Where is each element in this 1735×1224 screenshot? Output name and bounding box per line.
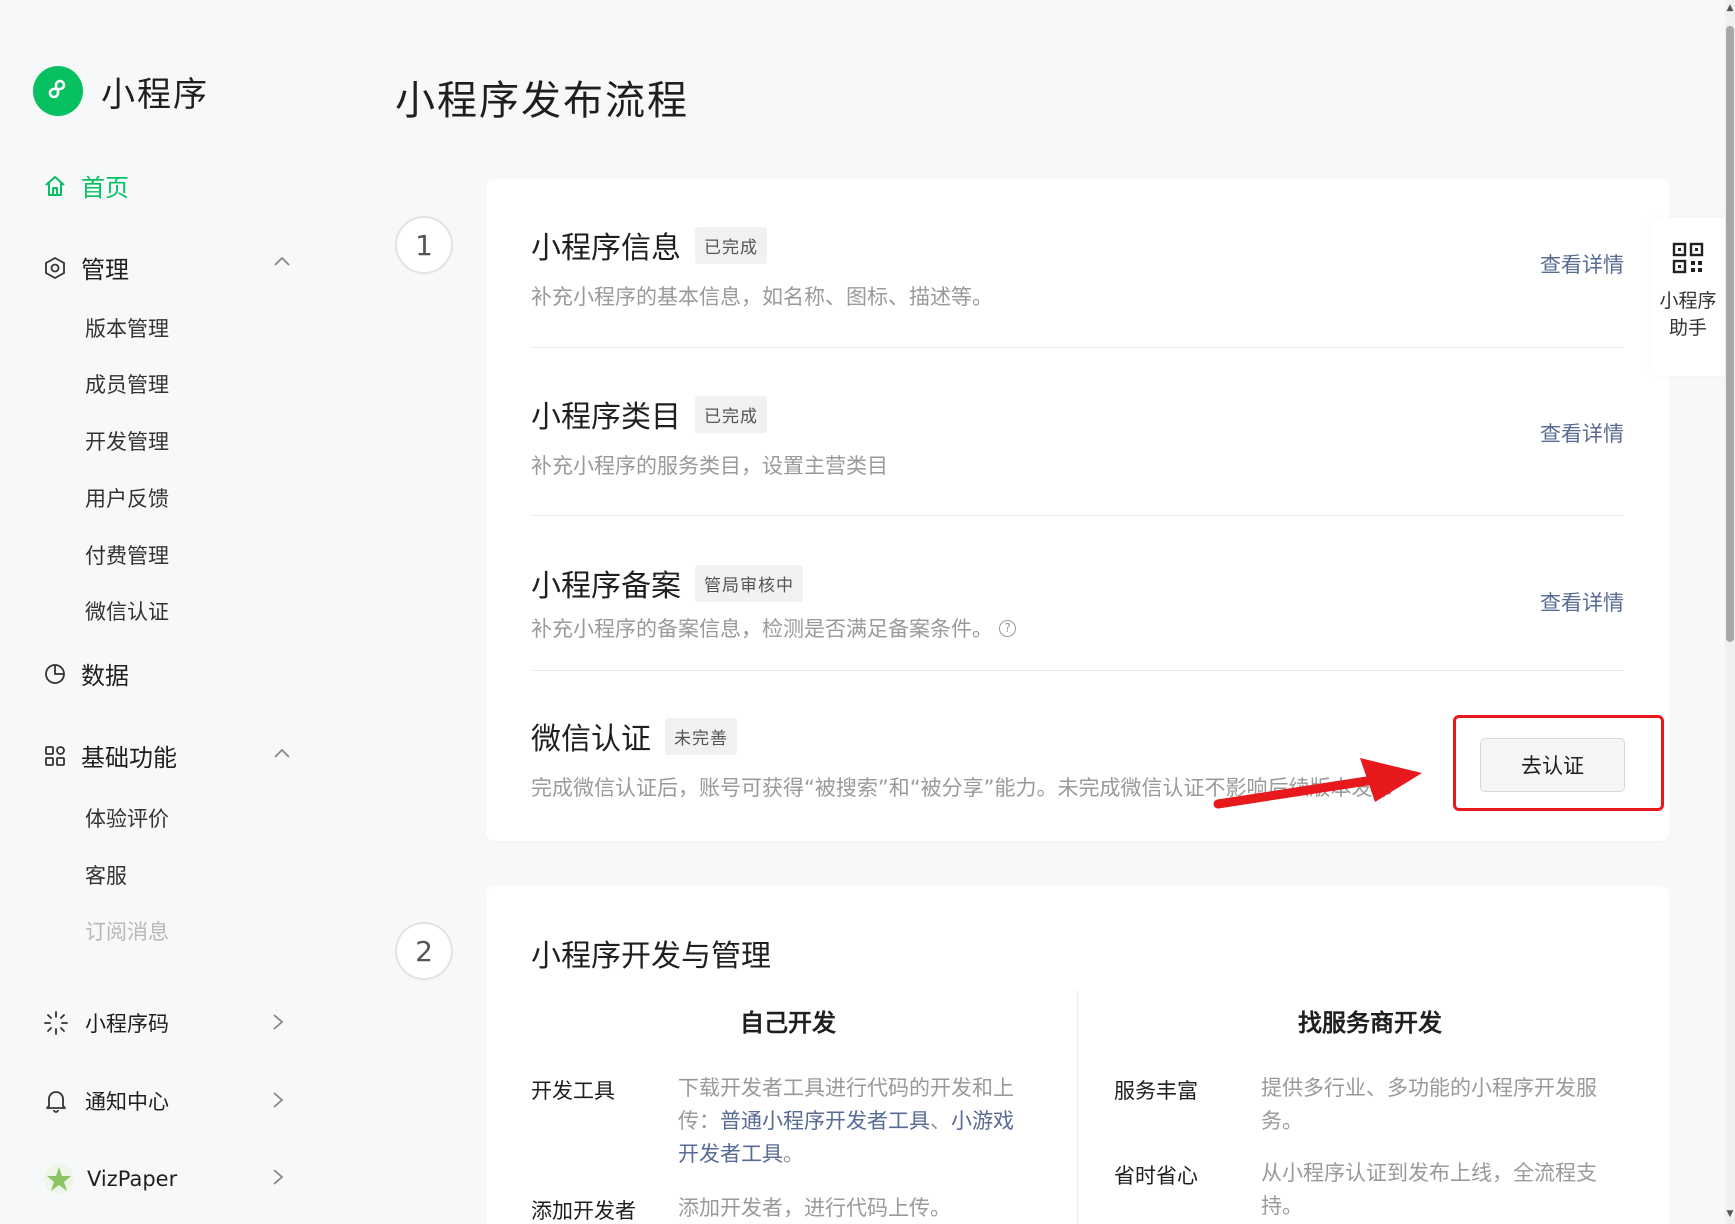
nav-data-label: 数据 (81, 662, 129, 690)
step-number-1: 1 (395, 216, 453, 274)
page-scrollbar[interactable]: ▲ ▼ (1725, 0, 1735, 1224)
miniprogram-logo-icon (33, 66, 83, 116)
divider (531, 515, 1624, 516)
miniprogram-assistant[interactable]: 小程序助手 (1650, 218, 1726, 376)
sidebar-item-wechat-auth[interactable]: 微信认证 (85, 596, 169, 626)
page-title: 小程序发布流程 (395, 78, 689, 124)
kv-value: 添加开发者，进行代码上传。 (678, 1196, 951, 1220)
row-description: 补充小程序的服务类目，设置主营类目 (531, 454, 888, 478)
nav-notification-label: 通知中心 (85, 1090, 169, 1114)
logo-text: 小程序 (101, 74, 209, 115)
sidebar-item-subscription[interactable]: 订阅消息 (85, 916, 169, 946)
row-description: 补充小程序的基本信息，如名称、图标、描述等。 (531, 285, 993, 309)
grid-apps-icon (45, 745, 65, 766)
column-divider (1077, 990, 1078, 1224)
nav-code-label: 小程序码 (85, 1012, 169, 1036)
sparkle-code-icon (44, 1011, 68, 1035)
nav-account-vizpaper[interactable]: VizPaper (43, 1163, 293, 1195)
step-row-filing: 小程序备案 管局审核中 补充小程序的备案信息，检测是否满足备案条件。 ? 查看详… (531, 561, 1624, 643)
kv-key: 省时省心 (1114, 1164, 1198, 1188)
scroll-up-arrow-icon[interactable]: ▲ (1725, 2, 1735, 14)
nav-manage[interactable]: 管理 (43, 250, 129, 285)
pie-chart-icon (45, 663, 65, 684)
row-title: 小程序类目 (531, 400, 681, 435)
sidebar: 小程序 首页 管理 版本管理 成员管理 开发管理 用户反馈 付费管理 微信认证 … (0, 0, 330, 1224)
step-row-category: 小程序类目 已完成 补充小程序的服务类目，设置主营类目 查看详情 (531, 392, 1624, 480)
nav-data[interactable]: 数据 (43, 656, 129, 691)
divider (531, 347, 1624, 348)
sidebar-item-feedback[interactable]: 用户反馈 (85, 483, 169, 513)
step-row-info: 小程序信息 已完成 补充小程序的基本信息，如名称、图标、描述等。 查看详情 (531, 223, 1624, 311)
divider (531, 670, 1624, 671)
sidebar-item-experience-review[interactable]: 体验评价 (85, 803, 169, 833)
hexagon-settings-icon (45, 256, 65, 279)
account-name: VizPaper (87, 1167, 178, 1191)
kv-key: 开发工具 (531, 1079, 615, 1103)
chevron-up-icon[interactable] (272, 252, 292, 272)
regular-devtools-link[interactable]: 普通小程序开发者工具 (720, 1109, 930, 1133)
step2-title: 小程序开发与管理 (531, 939, 771, 974)
home-icon (45, 175, 65, 196)
status-badge: 已完成 (695, 226, 767, 264)
scroll-down-arrow-icon[interactable]: ▼ (1725, 1208, 1735, 1220)
scrollbar-thumb[interactable] (1726, 26, 1734, 642)
nav-basic-label: 基础功能 (81, 744, 177, 772)
nav-home-label: 首页 (81, 174, 129, 202)
sidebar-item-members[interactable]: 成员管理 (85, 369, 169, 399)
kv-value: 提供多行业、多功能的小程序开发服务。 (1261, 1076, 1597, 1133)
annotation-arrow-icon (1213, 758, 1422, 809)
annotation-highlight-box (1453, 715, 1664, 811)
row-title: 微信认证 (531, 722, 651, 757)
sidebar-item-version[interactable]: 版本管理 (85, 313, 169, 343)
view-details-link[interactable]: 查看详情 (1540, 587, 1624, 617)
nav-home[interactable]: 首页 (43, 168, 129, 203)
nav-manage-label: 管理 (81, 256, 129, 284)
help-question-icon[interactable]: ? (999, 619, 1016, 637)
star-avatar-icon (44, 1164, 74, 1194)
kv-value: 从小程序认证到发布上线，全流程支持。 (1261, 1161, 1597, 1218)
self-develop-title: 自己开发 (740, 1009, 836, 1037)
dev-tools-description: 下载开发者工具进行代码的开发和上传：普通小程序开发者工具、小游戏开发者工具。 (678, 1076, 1014, 1166)
logo[interactable]: 小程序 (33, 66, 209, 116)
row-description: 补充小程序的备案信息，检测是否满足备案条件。 (531, 617, 993, 641)
sidebar-item-customer-service[interactable]: 客服 (85, 860, 127, 890)
qr-code-icon (1672, 242, 1704, 274)
status-badge: 已完成 (695, 395, 767, 433)
status-badge: 未完善 (665, 717, 737, 755)
view-details-link[interactable]: 查看详情 (1540, 249, 1624, 279)
chevron-right-icon (273, 1092, 284, 1108)
nav-miniprogram-code[interactable]: 小程序码 (43, 1008, 293, 1038)
step-number-2: 2 (395, 922, 453, 980)
assistant-label: 小程序助手 (1659, 290, 1717, 339)
bell-icon (46, 1091, 66, 1113)
chevron-right-icon (273, 1014, 284, 1030)
kv-key: 添加开发者 (531, 1199, 636, 1223)
sidebar-item-development[interactable]: 开发管理 (85, 426, 169, 456)
row-title: 小程序备案 (531, 569, 681, 604)
chevron-up-icon[interactable] (272, 744, 292, 764)
nav-basic-features[interactable]: 基础功能 (43, 738, 177, 773)
kv-key: 服务丰富 (1114, 1079, 1198, 1103)
chevron-right-icon (273, 1169, 284, 1185)
nav-notification-center[interactable]: 通知中心 (43, 1086, 293, 1116)
view-details-link[interactable]: 查看详情 (1540, 418, 1624, 448)
service-provider-title: 找服务商开发 (1298, 1009, 1442, 1037)
row-title: 小程序信息 (531, 231, 681, 266)
status-badge: 管局审核中 (695, 564, 803, 602)
sidebar-item-payment[interactable]: 付费管理 (85, 540, 169, 570)
